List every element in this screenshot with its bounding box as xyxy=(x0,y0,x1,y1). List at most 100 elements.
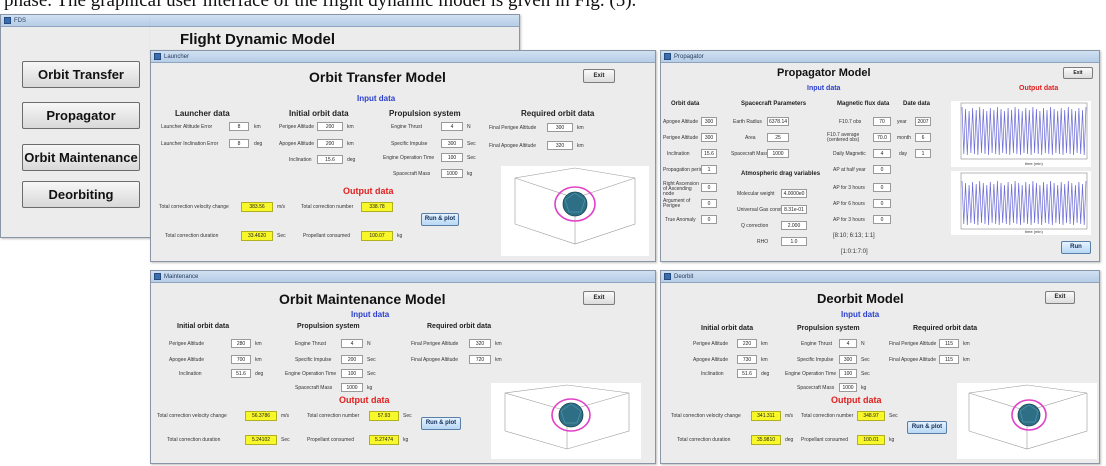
inclination-field[interactable]: 15.6 xyxy=(317,155,343,164)
total-correction-duration-value: 35.9810 xyxy=(751,435,781,445)
param-field[interactable]: 300 xyxy=(701,133,717,142)
engine-operation-time-field[interactable]: 100 xyxy=(839,369,857,378)
param-field[interactable]: 0 xyxy=(701,183,717,192)
apogee-altitude-field[interactable]: 730 xyxy=(737,355,757,364)
param-label: Apogee Altitude xyxy=(663,119,699,125)
param-field[interactable]: 8.31e-01 xyxy=(781,205,807,214)
apogee-altitude-field[interactable]: 200 xyxy=(317,139,343,148)
app-icon xyxy=(154,273,161,280)
total-correction-duration-value: 5.24102 xyxy=(245,435,277,445)
propulsion-system-header: Propulsion system xyxy=(297,323,360,330)
specific-impulse-field[interactable]: 300 xyxy=(441,139,463,148)
perigee-altitude-field[interactable]: 200 xyxy=(317,122,343,131)
apogee-altitude-field[interactable]: 700 xyxy=(231,355,251,364)
propagator-button[interactable]: Propagator xyxy=(22,102,140,129)
run-and-plot-button[interactable]: Run & plot xyxy=(907,421,947,434)
total-correction-velocity-change-value: 383.56 xyxy=(241,202,273,212)
total-correction-number-value: 338.78 xyxy=(361,202,393,212)
total-correction-duration-value: 33.4620 xyxy=(241,231,273,241)
param-field[interactable]: 1.0 xyxy=(781,237,807,246)
param-field[interactable]: 0 xyxy=(873,165,891,174)
param-label: year xyxy=(897,119,907,125)
specific-impulse-field[interactable]: 300 xyxy=(839,355,857,364)
param-field[interactable]: 4 xyxy=(873,149,891,158)
spacecraft-mass-field[interactable]: 1000 xyxy=(839,383,857,392)
total-correction-number-label: Total correction number xyxy=(801,413,854,419)
specific-impulse-label: Specific Impulse xyxy=(391,141,428,147)
app-icon xyxy=(4,17,11,24)
page-title: Deorbit Model xyxy=(817,291,904,306)
param-field[interactable]: 6 xyxy=(915,133,931,142)
exit-button[interactable]: Exit xyxy=(583,69,615,83)
run-button[interactable]: Run xyxy=(1061,241,1091,254)
engine-operation-time-field[interactable]: 100 xyxy=(341,369,363,378)
total-correction-number-value: 57.93 xyxy=(369,411,399,421)
exit-button[interactable]: Exit xyxy=(1063,67,1093,79)
total-correction-duration-label: Total correction duration xyxy=(677,437,731,443)
perigee-altitude-field[interactable]: 220 xyxy=(737,339,757,348)
param-label: F10.7 obs xyxy=(839,119,862,125)
param-field[interactable]: 2007 xyxy=(915,117,931,126)
final-apogee-altitude-field[interactable]: 720 xyxy=(469,355,491,364)
final-perigee-altitude-field[interactable]: 320 xyxy=(469,339,491,348)
run-and-plot-button[interactable]: Run & plot xyxy=(421,417,461,430)
exit-button[interactable]: Exit xyxy=(583,291,615,305)
x-axis-label-upper: time (min) xyxy=(1025,161,1043,166)
param-field[interactable]: 300 xyxy=(701,117,717,126)
param-field[interactable]: 1000 xyxy=(767,149,789,158)
final-perigee-altitude-field[interactable]: 300 xyxy=(547,123,573,132)
date-data-header: Date data xyxy=(903,101,931,107)
param-field[interactable]: 25 xyxy=(767,133,789,142)
param-field[interactable]: 0 xyxy=(701,199,717,208)
inclination-field[interactable]: 51.6 xyxy=(737,369,757,378)
input-data-header: Input data xyxy=(841,310,880,319)
final-perigee-altitude-field[interactable]: 115 xyxy=(939,339,959,348)
param-field[interactable]: 0 xyxy=(873,183,891,192)
specific-impulse-field[interactable]: 200 xyxy=(341,355,363,364)
figure-caption: phase. The graphical user interface of t… xyxy=(4,0,637,11)
run-and-plot-button[interactable]: Run & plot xyxy=(421,213,459,226)
inclination-field[interactable]: 51.6 xyxy=(231,369,251,378)
param-field[interactable]: 0 xyxy=(873,199,891,208)
total-correction-velocity-change-value: 56.3786 xyxy=(245,411,277,421)
final-apogee-altitude-field[interactable]: 320 xyxy=(547,141,573,150)
param-field[interactable]: 0 xyxy=(701,215,717,224)
perigee-altitude-label: Perigee Altitude xyxy=(279,124,315,130)
param-field[interactable]: 70.0 xyxy=(873,133,891,142)
engine-thrust-field[interactable]: 4 xyxy=(441,122,463,131)
orbit-maintenance-button[interactable]: Orbit Maintenance xyxy=(22,144,140,171)
deorbiting-button[interactable]: Deorbiting xyxy=(22,181,140,208)
apogee-altitude-label: Apogee Altitude xyxy=(693,357,729,363)
exit-button[interactable]: Exit xyxy=(1045,291,1075,304)
final-apogee-altitude-field[interactable]: 115 xyxy=(939,355,959,364)
param-label: Daily Magnetic xyxy=(833,151,866,157)
param-field[interactable]: 6378.14 xyxy=(767,117,789,126)
final-perigee-altitude-label: Final Perigee Altitude xyxy=(489,125,537,131)
final-apogee-altitude-label: Final Apogee Altitude xyxy=(489,143,536,149)
param-field[interactable]: 4.0000e0 xyxy=(781,189,807,198)
param-field[interactable]: 15.6 xyxy=(701,149,717,158)
engine-thrust-field[interactable]: 4 xyxy=(341,339,363,348)
launcher-altitude-error-field[interactable]: 8 xyxy=(229,122,249,131)
param-field[interactable]: 70 xyxy=(873,117,891,126)
launcher-inclination-error-field[interactable]: 8 xyxy=(229,139,249,148)
spacecraft-mass-field[interactable]: 1000 xyxy=(441,169,463,178)
orbit-transfer-button[interactable]: Orbit Transfer xyxy=(22,61,140,88)
page-title: Orbit Transfer Model xyxy=(309,69,446,85)
param-field[interactable]: 2.000 xyxy=(781,221,807,230)
param-label: Earth Radius xyxy=(733,119,762,125)
initial-orbit-data-header: Initial orbit data xyxy=(177,323,230,330)
engine-thrust-field[interactable]: 4 xyxy=(839,339,857,348)
unit-label: Sec xyxy=(467,141,476,147)
required-orbit-data-header: Required orbit data xyxy=(913,325,978,332)
perigee-altitude-field[interactable]: 280 xyxy=(231,339,251,348)
spacecraft-mass-field[interactable]: 1000 xyxy=(341,383,363,392)
engine-operation-time-label: Engine Operation Time xyxy=(285,371,337,377)
param-field[interactable]: 0 xyxy=(873,215,891,224)
specific-impulse-label: Specific Impulse xyxy=(797,357,834,363)
param-field[interactable]: 1 xyxy=(701,165,717,174)
engine-operation-time-field[interactable]: 100 xyxy=(441,153,463,162)
final-perigee-altitude-label: Final Perigee Altitude xyxy=(889,341,937,347)
param-field[interactable]: 1 xyxy=(915,149,931,158)
output-data-header: Output data xyxy=(339,395,390,405)
